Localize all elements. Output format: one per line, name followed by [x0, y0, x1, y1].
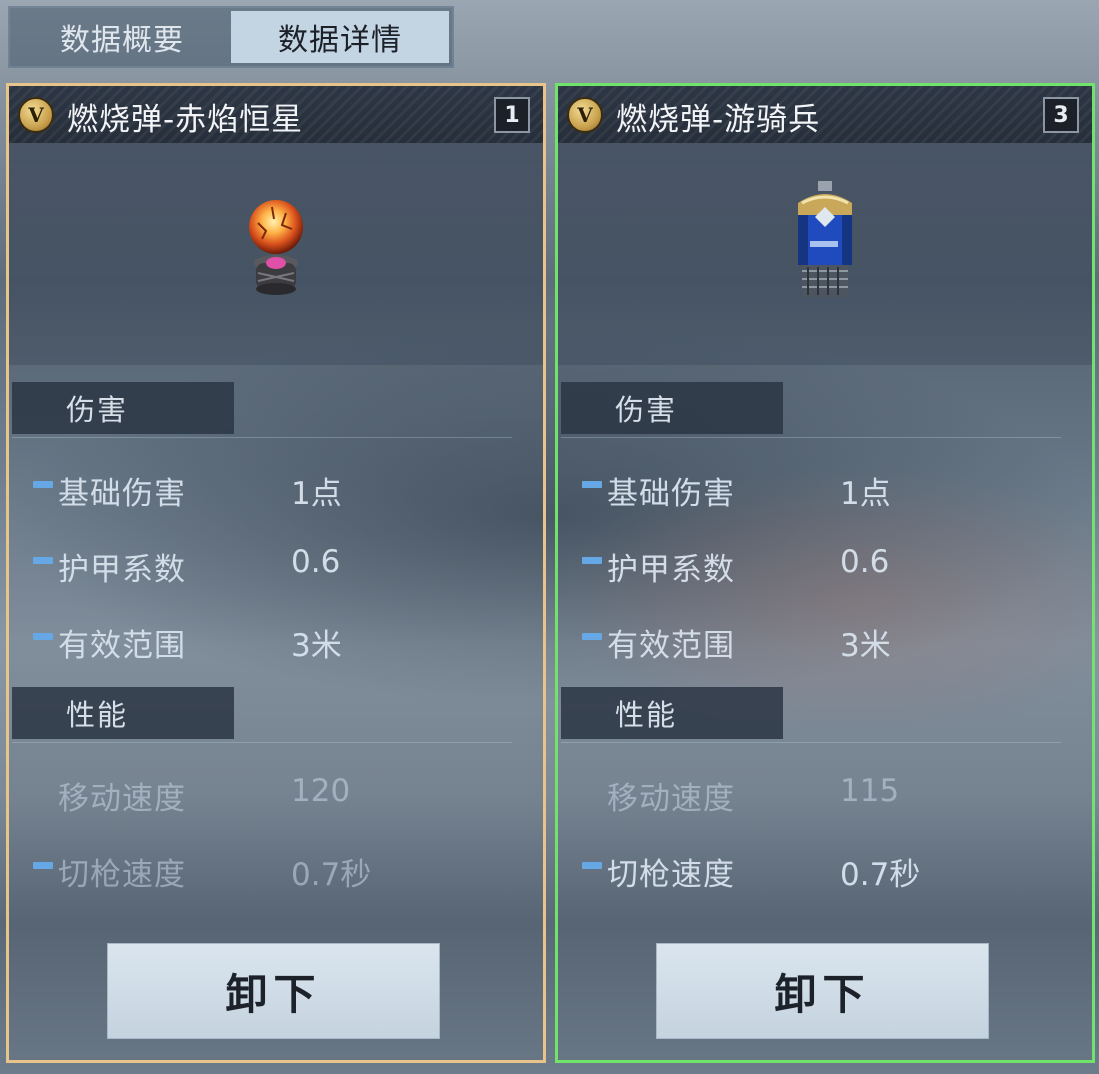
stat-neutral-indicator-icon: [33, 557, 53, 564]
stat-value: 0.7秒: [291, 857, 372, 893]
fire-orb-grenade-icon: [249, 200, 303, 295]
item-preview: [558, 143, 1092, 365]
section-divider: [12, 742, 512, 743]
stat-row-effective-range: 有效范围 3米: [582, 620, 1062, 664]
unequip-button[interactable]: 卸下: [107, 943, 440, 1039]
stat-neutral-indicator-icon: [582, 481, 602, 488]
tab-bar: 数据概要 数据详情: [8, 6, 454, 68]
stat-value: 0.7秒: [840, 857, 921, 893]
stat-value: 115: [840, 773, 900, 809]
item-card-left: V 燃烧弹-赤焰恒星 1 伤害 基础伤害 1点 护甲系数 0.6 有效范围 3米…: [6, 83, 546, 1063]
stat-neutral-indicator-icon: [582, 862, 602, 869]
stat-row-switch-speed: 切枪速度 0.7秒: [33, 849, 513, 893]
stat-row-switch-speed: 切枪速度 0.7秒: [582, 849, 1062, 893]
stat-value: 1点: [291, 476, 342, 512]
stat-label: 基础伤害: [58, 476, 186, 512]
stat-label: 护甲系数: [607, 552, 735, 588]
section-label-performance: 性能: [561, 687, 783, 739]
tab-data-details[interactable]: 数据详情: [231, 11, 449, 63]
stat-value: 0.6: [840, 544, 890, 580]
card-header: V 燃烧弹-游骑兵 3: [558, 86, 1092, 143]
stat-neutral-indicator-icon: [33, 633, 53, 640]
stat-neutral-indicator-icon: [582, 633, 602, 640]
section-divider: [561, 437, 1061, 438]
stat-row-move-speed: 移动速度 115: [582, 773, 1062, 817]
stat-label: 移动速度: [58, 781, 186, 817]
stat-label: 护甲系数: [58, 552, 186, 588]
stat-row-move-speed: 移动速度 120: [33, 773, 513, 817]
stat-value: 120: [291, 773, 351, 809]
stat-row-armor-coefficient: 护甲系数 0.6: [33, 544, 513, 588]
stat-row-base-damage: 基础伤害 1点: [582, 468, 1062, 512]
item-card-right: V 燃烧弹-游骑兵 3 伤害 基础伤害 1点 护甲系数 0.6 有效范围 3米 …: [555, 83, 1095, 1063]
stat-row-armor-coefficient: 护甲系数 0.6: [582, 544, 1062, 588]
stat-label: 切枪速度: [58, 857, 186, 893]
stat-neutral-indicator-icon: [33, 481, 53, 488]
item-count-badge: 1: [494, 97, 530, 133]
stat-neutral-indicator-icon: [33, 862, 53, 869]
item-title: 燃烧弹-游骑兵: [616, 102, 821, 138]
stat-neutral-indicator-icon: [582, 557, 602, 564]
section-label-damage: 伤害: [12, 382, 234, 434]
stat-value: 3米: [291, 628, 342, 664]
stat-value: 3米: [840, 628, 891, 664]
v-rank-badge-icon: V: [18, 97, 54, 133]
unequip-button[interactable]: 卸下: [656, 943, 989, 1039]
item-preview: [9, 143, 543, 365]
item-title: 燃烧弹-赤焰恒星: [67, 102, 304, 138]
stat-label: 有效范围: [607, 628, 735, 664]
section-label-performance: 性能: [12, 687, 234, 739]
stat-value: 0.6: [291, 544, 341, 580]
card-header: V 燃烧弹-赤焰恒星 1: [9, 86, 543, 143]
stat-row-effective-range: 有效范围 3米: [33, 620, 513, 664]
section-divider: [561, 742, 1061, 743]
stat-label: 基础伤害: [607, 476, 735, 512]
v-rank-badge-icon: V: [567, 97, 603, 133]
tab-data-summary[interactable]: 数据概要: [13, 11, 231, 63]
stat-value: 1点: [840, 476, 891, 512]
stat-label: 有效范围: [58, 628, 186, 664]
stat-row-base-damage: 基础伤害 1点: [33, 468, 513, 512]
stat-label: 切枪速度: [607, 857, 735, 893]
blue-canister-grenade-icon: [798, 181, 852, 297]
section-divider: [12, 437, 512, 438]
section-label-damage: 伤害: [561, 382, 783, 434]
item-count-badge: 3: [1043, 97, 1079, 133]
stat-label: 移动速度: [607, 781, 735, 817]
